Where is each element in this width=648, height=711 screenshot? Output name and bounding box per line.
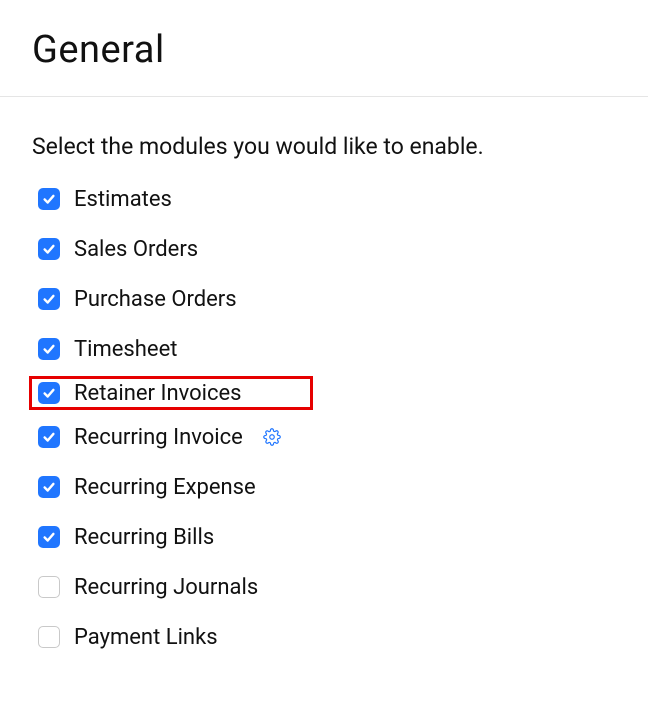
module-row[interactable]: Recurring Journals [32,570,648,604]
instruction-text: Select the modules you would like to ena… [32,133,648,160]
module-list: Estimates Sales Orders Purchase Orders Time… [32,182,648,654]
module-checkbox[interactable] [38,476,60,498]
module-checkbox[interactable] [38,426,60,448]
module-label[interactable]: Retainer Invoices [74,381,242,406]
module-label[interactable]: Purchase Orders [74,287,237,312]
module-label[interactable]: Recurring Invoice [74,425,243,450]
module-row[interactable]: Purchase Orders [32,282,648,316]
module-row[interactable]: Sales Orders [32,232,648,266]
module-row[interactable]: Recurring Expense [32,470,648,504]
module-label[interactable]: Payment Links [74,625,218,650]
module-row[interactable]: Estimates [32,182,648,216]
module-label[interactable]: Sales Orders [74,237,198,262]
module-checkbox[interactable] [38,526,60,548]
module-row[interactable]: Recurring Bills [32,520,648,554]
module-checkbox[interactable] [38,338,60,360]
module-label[interactable]: Recurring Journals [74,575,258,600]
module-checkbox[interactable] [38,382,60,404]
module-label[interactable]: Timesheet [74,337,177,362]
module-checkbox[interactable] [38,576,60,598]
module-checkbox[interactable] [38,626,60,648]
gear-icon[interactable] [263,428,281,446]
module-label[interactable]: Estimates [74,187,172,212]
module-row[interactable]: Retainer Invoices [29,376,313,410]
module-label[interactable]: Recurring Expense [74,475,256,500]
page-title: General [0,0,648,96]
module-checkbox[interactable] [38,188,60,210]
module-row[interactable]: Payment Links [32,620,648,654]
module-checkbox[interactable] [38,288,60,310]
module-row[interactable]: Timesheet [32,332,648,366]
module-row[interactable]: Recurring Invoice [32,420,648,454]
content-area: Select the modules you would like to ena… [0,97,648,654]
module-checkbox[interactable] [38,238,60,260]
module-label[interactable]: Recurring Bills [74,525,214,550]
